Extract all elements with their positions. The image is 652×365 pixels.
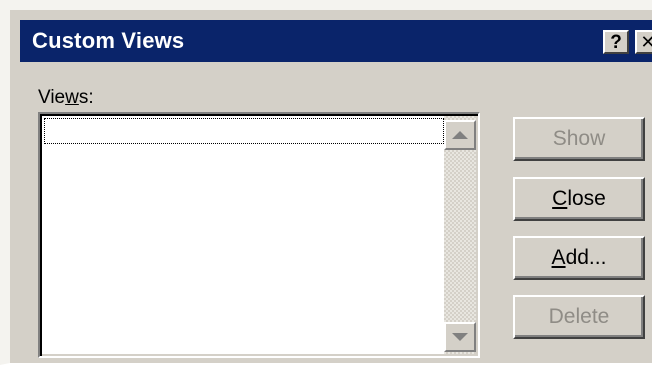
scroll-up-button[interactable] — [444, 120, 476, 150]
close-button-label: Close — [552, 187, 606, 210]
help-button[interactable]: ? — [603, 30, 629, 54]
dialog-title: Custom Views — [32, 28, 185, 53]
close-button[interactable]: Close — [513, 177, 645, 221]
list-focus-rect — [44, 118, 444, 144]
show-button[interactable]: Show — [513, 117, 645, 161]
close-icon: ✕ — [640, 32, 652, 52]
add-button[interactable]: Add... — [513, 236, 645, 280]
scroll-down-button[interactable] — [444, 322, 476, 352]
views-listbox[interactable] — [38, 112, 480, 358]
help-icon: ? — [610, 31, 622, 53]
title-bar[interactable]: Custom Views ? ✕ — [20, 20, 652, 62]
close-window-button[interactable]: ✕ — [635, 30, 652, 54]
views-scrollbar[interactable] — [444, 116, 476, 354]
custom-views-dialog: Custom Views ? ✕ Views: Show Close Add..… — [0, 0, 652, 365]
chevron-down-icon — [452, 333, 468, 341]
show-button-label: Show — [552, 127, 606, 150]
delete-button-label: Delete — [548, 305, 610, 328]
views-label: Views: — [38, 87, 94, 108]
add-button-label: Add... — [551, 246, 607, 269]
delete-button[interactable]: Delete — [513, 295, 645, 339]
chevron-up-icon — [452, 131, 468, 139]
